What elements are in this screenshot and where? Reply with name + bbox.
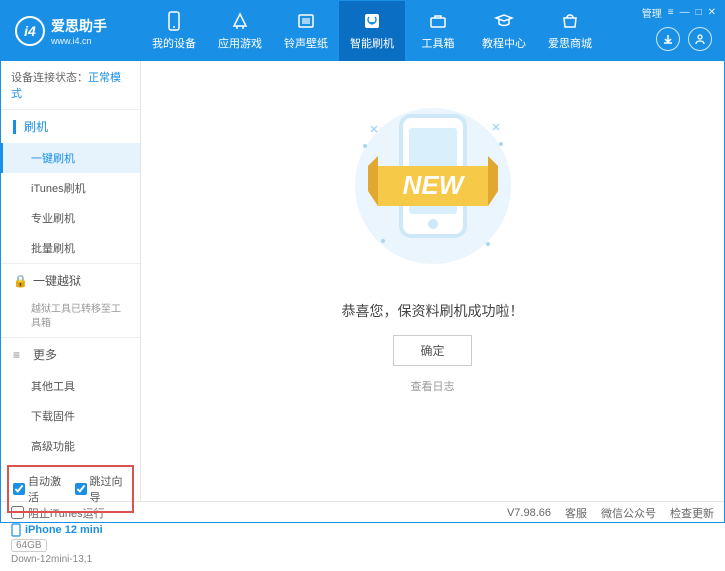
tab-my-device[interactable]: 我的设备 (141, 1, 207, 61)
app-name: 爱思助手 (51, 16, 107, 36)
device-name: iPhone 12 mini (11, 523, 130, 537)
tab-label: 教程中心 (482, 35, 526, 51)
tab-smart-flash[interactable]: 智能刷机 (339, 1, 405, 61)
wechat-link[interactable]: 微信公众号 (601, 505, 656, 521)
minimize-icon[interactable]: — (680, 7, 690, 18)
tab-toolbox[interactable]: 工具箱 (405, 1, 471, 61)
connection-status: 设备连接状态：正常模式 (1, 61, 140, 109)
tab-label: 铃声壁纸 (284, 35, 328, 51)
sidebar-item-other-tools[interactable]: 其他工具 (1, 371, 140, 401)
store-icon (560, 11, 580, 31)
phone-new-illustration: NEW (358, 101, 508, 281)
view-log-link[interactable]: 查看日志 (411, 378, 455, 394)
wallpaper-icon (296, 11, 316, 31)
phone-icon (164, 11, 184, 31)
check-update-link[interactable]: 检查更新 (670, 505, 714, 521)
toolbox-icon (428, 11, 448, 31)
tab-label: 智能刷机 (350, 35, 394, 51)
device-phone-icon (11, 523, 21, 537)
section-jailbreak: 🔒 一键越狱 越狱工具已转移至工具箱 (1, 263, 140, 337)
menu-icon[interactable]: ≡ (668, 7, 674, 18)
device-storage-badge: 64GB (11, 539, 47, 552)
download-button[interactable] (656, 27, 680, 51)
tab-label: 我的设备 (152, 35, 196, 51)
flash-title: 刷机 (24, 118, 48, 135)
sidebar-item-oneclick-flash[interactable]: 一键刷机 (1, 143, 140, 173)
close-icon[interactable]: ✕ (708, 7, 716, 18)
section-flash: 刷机 一键刷机 iTunes刷机 专业刷机 批量刷机 (1, 109, 140, 263)
maximize-icon[interactable]: □ (696, 7, 702, 18)
more-header[interactable]: ≡ 更多 (1, 338, 140, 371)
success-message: 恭喜您，保资料刷机成功啦！ (342, 301, 524, 321)
jailbreak-note: 越狱工具已转移至工具箱 (1, 297, 140, 337)
main-panel: NEW 恭喜您，保资料刷机成功啦！ 确定 查看日志 (141, 61, 724, 501)
user-button[interactable] (688, 27, 712, 51)
lock-icon: 🔒 (13, 274, 27, 288)
hamburger-icon: ≡ (13, 348, 27, 362)
device-block[interactable]: iPhone 12 mini 64GB Down-12mini-13,1 (1, 517, 140, 571)
header-action-circles (656, 27, 712, 51)
ok-button[interactable]: 确定 (393, 335, 471, 366)
flash-icon (362, 11, 382, 31)
app-header: i4 爱思助手 www.i4.cn 我的设备 应用游戏 铃声壁纸 智能刷机 工具… (1, 1, 724, 61)
auto-activate-checkbox[interactable]: 自动激活 (13, 473, 67, 505)
app-url: www.i4.cn (51, 36, 107, 46)
tab-label: 工具箱 (422, 35, 455, 51)
tutorial-icon (494, 11, 514, 31)
conn-label: 设备连接状态： (11, 72, 88, 84)
section-more: ≡ 更多 其他工具 下载固件 高级功能 (1, 337, 140, 461)
sidebar-item-download-fw[interactable]: 下载固件 (1, 401, 140, 431)
manage-button[interactable]: 管理 (642, 5, 662, 20)
options-highlight-box: 自动激活 跳过向导 (7, 465, 134, 513)
tab-store[interactable]: 爱思商城 (537, 1, 603, 61)
tab-label: 爱思商城 (548, 35, 592, 51)
footer-right: V7.98.66 客服 微信公众号 检查更新 (507, 505, 714, 521)
jailbreak-title: 一键越狱 (33, 272, 81, 289)
support-link[interactable]: 客服 (565, 505, 587, 521)
logo-area: i4 爱思助手 www.i4.cn (1, 16, 141, 46)
tab-ringtones[interactable]: 铃声壁纸 (273, 1, 339, 61)
sidebar-item-itunes-flash[interactable]: iTunes刷机 (1, 173, 140, 203)
tab-label: 应用游戏 (218, 35, 262, 51)
nav-tabs: 我的设备 应用游戏 铃声壁纸 智能刷机 工具箱 教程中心 爱思商城 (141, 1, 603, 61)
sidebar-item-batch-flash[interactable]: 批量刷机 (1, 233, 140, 263)
window-controls: 管理 ≡ — □ ✕ (642, 5, 716, 20)
tab-apps[interactable]: 应用游戏 (207, 1, 273, 61)
flash-header[interactable]: 刷机 (1, 110, 140, 143)
version-label: V7.98.66 (507, 507, 551, 519)
logo-text: 爱思助手 www.i4.cn (51, 16, 107, 46)
sidebar-item-advanced[interactable]: 高级功能 (1, 431, 140, 461)
apps-icon (230, 11, 250, 31)
new-badge-text: NEW (402, 170, 465, 200)
active-bar-icon (13, 120, 16, 134)
tab-tutorials[interactable]: 教程中心 (471, 1, 537, 61)
jailbreak-header[interactable]: 🔒 一键越狱 (1, 264, 140, 297)
app-logo-icon: i4 (15, 16, 45, 46)
sidebar: 设备连接状态：正常模式 刷机 一键刷机 iTunes刷机 专业刷机 批量刷机 🔒… (1, 61, 141, 501)
skip-guide-checkbox[interactable]: 跳过向导 (75, 473, 129, 505)
device-sub: Down-12mini-13,1 (11, 554, 130, 565)
sidebar-item-pro-flash[interactable]: 专业刷机 (1, 203, 140, 233)
more-title: 更多 (33, 346, 57, 363)
content-area: 设备连接状态：正常模式 刷机 一键刷机 iTunes刷机 专业刷机 批量刷机 🔒… (1, 61, 724, 501)
